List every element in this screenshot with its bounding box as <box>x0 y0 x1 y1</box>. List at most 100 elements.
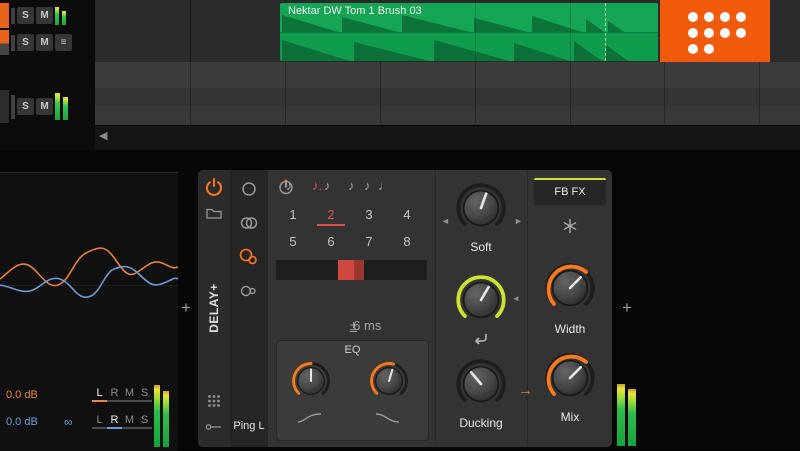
grid-line <box>475 3 476 61</box>
channel-mode-L[interactable]: L <box>92 414 107 427</box>
fbfx-chain-button[interactable]: FB FX <box>534 178 606 205</box>
division-6[interactable]: 6 <box>312 229 350 254</box>
division-7[interactable]: 7 <box>350 229 388 254</box>
clip-title-row[interactable]: Nektar DW Tom 1 Brush 03 <box>280 3 658 33</box>
division-8[interactable]: 8 <box>388 229 426 254</box>
division-2-selected[interactable]: 2 <box>312 202 350 227</box>
channel-mode-S[interactable]: S <box>137 414 152 427</box>
beat-division-grid: 1 2 3 4 5 6 7 8 <box>274 202 426 254</box>
infinity-icon[interactable]: ∞ <box>64 415 73 429</box>
track-fader-mini[interactable] <box>11 34 15 51</box>
mode-mono-button[interactable] <box>230 180 268 198</box>
track-color-tab[interactable] <box>0 3 9 28</box>
mode-dual-button[interactable] <box>230 282 268 300</box>
channel-mode-R[interactable]: R <box>107 387 122 400</box>
track-lane-4[interactable] <box>95 106 800 125</box>
soft-knob[interactable] <box>455 182 507 234</box>
eq-high-knob[interactable] <box>369 361 409 401</box>
track-meter <box>55 93 68 120</box>
horizontal-scrollbar[interactable] <box>95 125 800 151</box>
track-fader-mini[interactable] <box>11 7 15 24</box>
audio-clip[interactable]: Nektar DW Tom 1 Brush 03 <box>280 3 658 61</box>
eq-section: EQ <box>276 340 429 441</box>
soft-next-icon[interactable]: ► <box>514 216 523 226</box>
channel1-gain-value[interactable]: 0.0 dB <box>6 389 38 401</box>
high-shelf-curve-icon[interactable] <box>375 411 401 425</box>
track-fader-mini[interactable] <box>11 94 15 119</box>
remote-controls-icon[interactable] <box>207 394 221 408</box>
track-color-tab[interactable] <box>0 30 9 55</box>
mute-button[interactable]: M <box>36 34 53 51</box>
soft-prev-icon[interactable]: ◄ <box>441 216 450 226</box>
mode-stereo-button[interactable] <box>230 214 268 232</box>
time-offset-value[interactable]: ± 6 ms <box>268 310 435 333</box>
slider-handle[interactable] <box>338 260 364 280</box>
track-color-tab[interactable] <box>0 90 9 123</box>
division-5[interactable]: 5 <box>274 229 312 254</box>
grid-line <box>190 0 191 125</box>
add-device-left-button[interactable]: + <box>181 298 191 318</box>
width-knob[interactable] <box>544 262 596 314</box>
channel-mode-R[interactable]: R <box>107 414 122 427</box>
feedback-modulation-icon[interactable]: ◄ <box>512 294 520 303</box>
division-4[interactable]: 4 <box>388 202 426 227</box>
ducking-knob[interactable] <box>455 358 507 410</box>
arranger-panel: S M S M ≡ S M Nektar DW Tom 1 Brush 03 ◀ <box>0 0 800 151</box>
routing-out-icon[interactable] <box>205 422 223 432</box>
channel2-gain-value[interactable]: 0.0 dB <box>6 416 38 428</box>
mute-button[interactable]: M <box>36 7 53 24</box>
dotted-note-icon[interactable]: ♪. <box>312 178 322 193</box>
add-device-right-button[interactable]: + <box>622 298 632 318</box>
track-lane-3[interactable] <box>95 88 800 106</box>
track-header-1[interactable]: S M <box>0 3 66 28</box>
feedback-return-icon[interactable] <box>470 332 490 346</box>
tick-note-icon: ♪ <box>324 178 331 193</box>
mode-pingpong-button-selected[interactable] <box>230 248 268 266</box>
track-lane-2[interactable] <box>95 62 800 88</box>
bitwig-window: S M S M ≡ S M Nektar DW Tom 1 Brush 03 ◀… <box>0 0 800 451</box>
track-header-2[interactable]: S M ≡ <box>0 30 72 55</box>
mute-button[interactable]: M <box>36 98 53 115</box>
mix-knob[interactable] <box>544 352 596 404</box>
solo-button[interactable]: S <box>17 98 34 115</box>
delay-time-section: ♪. ♪ ♩ 1 2 3 4 5 6 7 8 ♪ ♪ ♪ ± 6 ms EQ <box>268 170 435 447</box>
device-power-icon[interactable] <box>204 177 224 197</box>
channel-mode-M[interactable]: M <box>122 387 137 400</box>
device-title[interactable]: DELAY+ <box>198 230 230 385</box>
section-divider <box>435 170 436 447</box>
preset-folder-icon[interactable] <box>206 206 222 219</box>
scope-waveforms <box>0 247 178 298</box>
solo-button[interactable]: S <box>17 34 34 51</box>
preset-name[interactable]: Ping L <box>230 420 268 432</box>
eighth-note-icon[interactable]: ♪ <box>348 178 355 193</box>
clip-loop-marker[interactable] <box>605 3 606 61</box>
clip-name: Nektar DW Tom 1 Brush 03 <box>288 5 422 17</box>
channel-mode-S[interactable]: S <box>137 387 152 400</box>
channel2-mode-group: L R M S <box>92 414 152 429</box>
track-menu-button[interactable]: ≡ <box>55 34 72 51</box>
low-shelf-curve-icon[interactable] <box>297 411 323 425</box>
track-header-3[interactable]: S M <box>0 90 68 123</box>
clip-body-row[interactable] <box>280 33 658 61</box>
solo-button[interactable]: S <box>17 7 34 24</box>
scroll-left-button[interactable]: ◀ <box>99 131 107 142</box>
freeze-snowflake-icon[interactable] <box>562 218 578 234</box>
quarter-note-icon[interactable]: ♩ <box>378 178 391 193</box>
eq-low-knob[interactable] <box>291 361 331 401</box>
soft-label: Soft <box>470 240 492 254</box>
tick-note-icon: ♪ <box>364 178 371 193</box>
grid-line <box>570 3 571 61</box>
time-offset-slider[interactable] <box>276 260 427 280</box>
feedback-knob[interactable] <box>455 274 507 326</box>
channel-mode-L[interactable]: L <box>92 387 107 400</box>
track-header-column: S M S M ≡ S M <box>0 0 95 150</box>
channel-mode-M[interactable]: M <box>122 414 137 427</box>
section-divider <box>527 170 528 447</box>
scope-level-meter <box>154 385 169 447</box>
mix-label: Mix <box>560 410 580 424</box>
output-level-meter <box>617 384 636 446</box>
delay-mode-strip: Ping L <box>230 170 268 447</box>
division-1[interactable]: 1 <box>274 202 312 227</box>
delay-plus-device: DELAY+ Ping L ♪. ♪ ♩ 1 2 3 4 5 6 7 8 ♪ ♪… <box>198 170 612 447</box>
division-3[interactable]: 3 <box>350 202 388 227</box>
